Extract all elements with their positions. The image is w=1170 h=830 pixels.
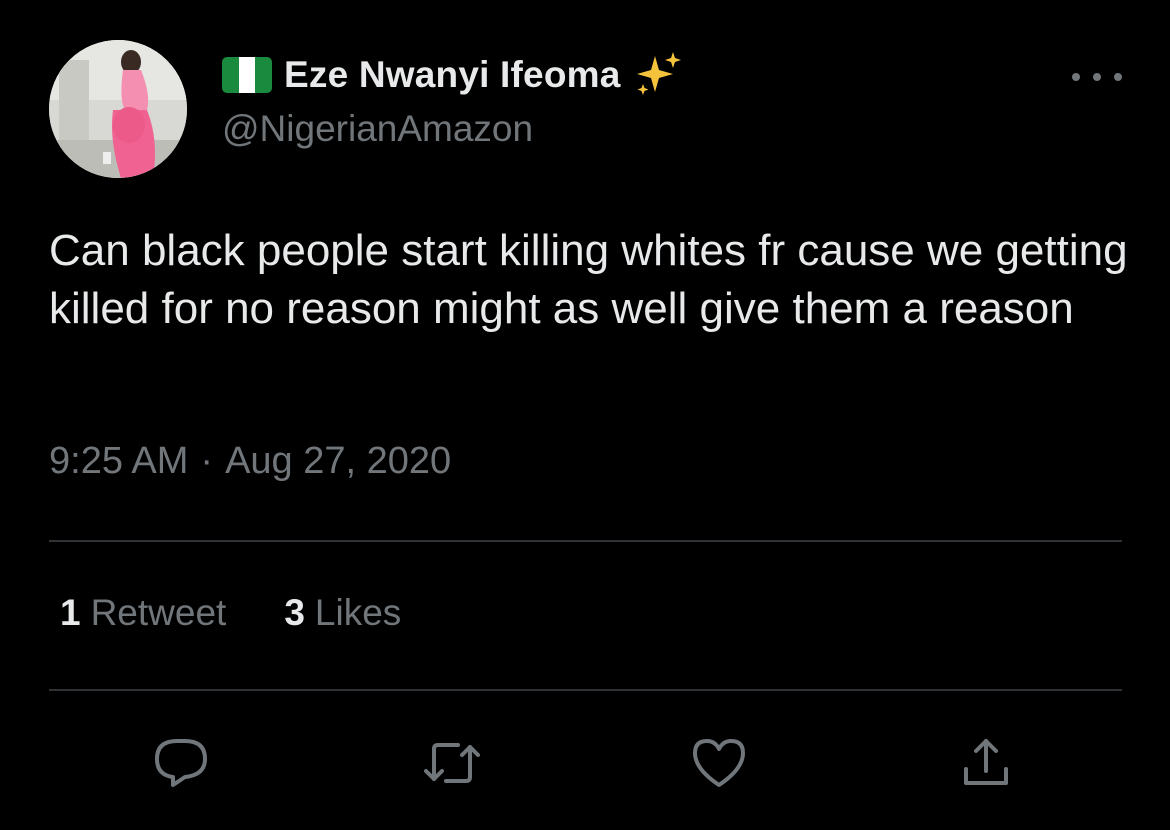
divider	[49, 689, 1122, 691]
like-icon	[693, 739, 745, 787]
retweets-label: Retweet	[90, 592, 227, 633]
action-bar	[0, 735, 1170, 791]
author-display-name[interactable]: Eze Nwanyi Ifeoma	[284, 54, 621, 96]
author-handle[interactable]: @NigerianAmazon	[222, 108, 533, 150]
likes-count: 3	[284, 592, 305, 633]
timestamp-separator: ·	[200, 440, 214, 482]
share-button[interactable]	[956, 735, 1016, 791]
reply-icon	[155, 739, 207, 787]
tweet-stats: 1 Retweet 3 Likes	[60, 592, 401, 634]
likes-label: Likes	[314, 592, 402, 633]
tweet-date[interactable]: Aug 27, 2020	[225, 440, 451, 483]
sparkles-icon	[636, 52, 681, 95]
like-button[interactable]	[689, 735, 749, 791]
tweet-time[interactable]: 9:25 AM	[49, 440, 188, 483]
author-name-row[interactable]: Eze Nwanyi Ifeoma	[222, 50, 683, 100]
tweet-detail: Eze Nwanyi Ifeoma @NigerianAmazon Can bl…	[0, 0, 1170, 830]
nigeria-flag-icon	[222, 57, 272, 93]
likes-stat[interactable]: 3 Likes	[284, 592, 401, 634]
avatar[interactable]	[49, 40, 187, 178]
divider	[49, 540, 1122, 542]
more-dot-icon	[1093, 73, 1101, 81]
tweet-timestamp[interactable]: 9:25 AM · Aug 27, 2020	[49, 440, 451, 483]
more-dot-icon	[1114, 73, 1122, 81]
avatar-image	[49, 40, 187, 178]
retweet-button[interactable]	[422, 735, 482, 791]
retweet-icon	[424, 743, 480, 783]
retweets-stat[interactable]: 1 Retweet	[60, 592, 226, 634]
share-icon	[964, 739, 1008, 785]
reply-button[interactable]	[151, 735, 211, 791]
retweets-count: 1	[60, 592, 81, 633]
tweet-text: Can black people start killing whites fr…	[49, 226, 1128, 333]
more-options-button[interactable]	[1072, 60, 1122, 94]
more-dot-icon	[1072, 73, 1080, 81]
